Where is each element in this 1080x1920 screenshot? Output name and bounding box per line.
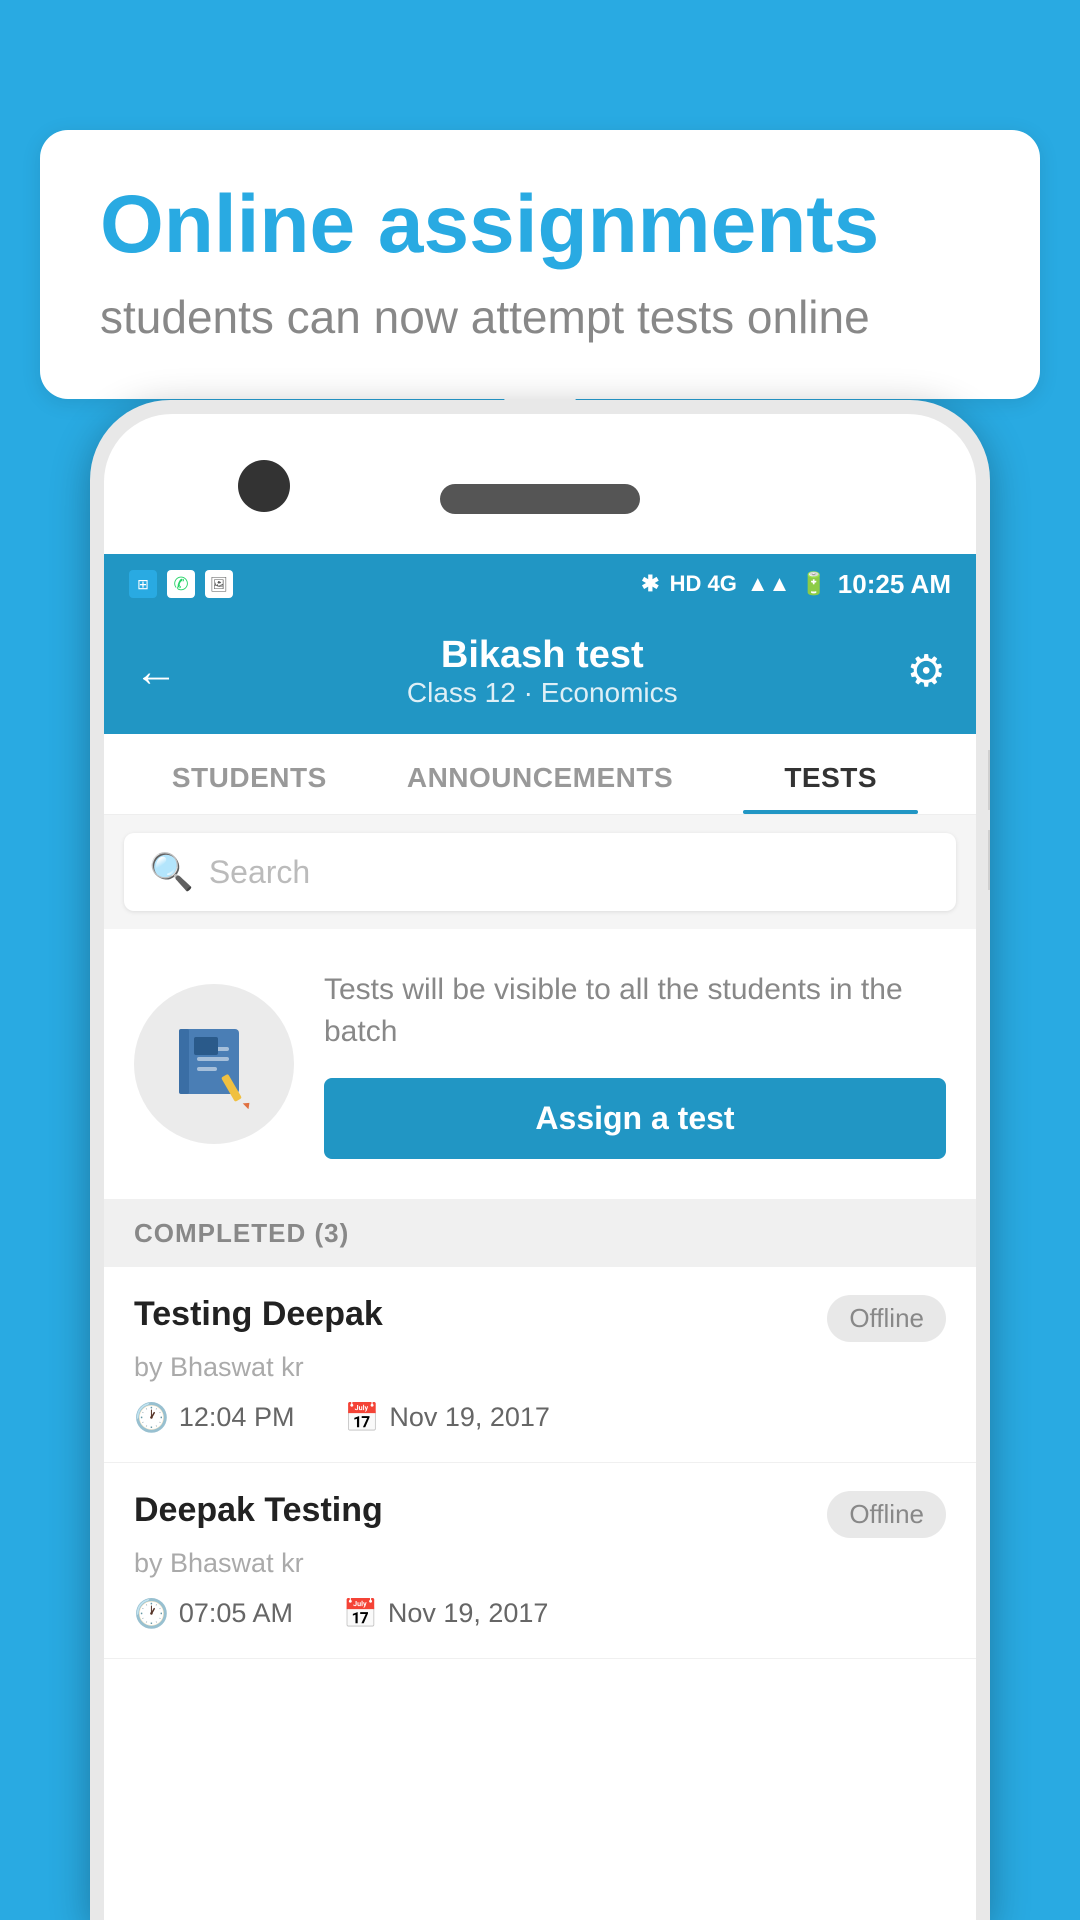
side-buttons <box>988 750 990 910</box>
test-meta-2: 🕐 07:05 AM 📅 Nov 19, 2017 <box>134 1597 946 1630</box>
test-date-2: 📅 Nov 19, 2017 <box>343 1597 549 1630</box>
back-button[interactable]: ← <box>134 647 178 697</box>
status-bar: ⊞ ✆ 🖼 ✱ HD 4G ▲▲ 🔋 10:25 AM <box>104 554 976 614</box>
time-label: 10:25 AM <box>838 569 951 600</box>
header-subtitle: Class 12 · Economics <box>407 677 678 709</box>
calendar-icon-2: 📅 <box>343 1597 378 1630</box>
tab-announcements[interactable]: ANNOUNCEMENTS <box>395 734 686 814</box>
test-time-1: 🕐 12:04 PM <box>134 1401 294 1434</box>
phone-camera <box>238 460 290 512</box>
test-name-1: Testing Deepak <box>134 1295 383 1334</box>
phone-frame: ⊞ ✆ 🖼 ✱ HD 4G ▲▲ 🔋 10:25 AM ← Bikash tes… <box>90 400 990 1920</box>
assign-right: Tests will be visible to all the student… <box>324 969 946 1159</box>
status-left: ⊞ ✆ 🖼 <box>129 570 233 598</box>
assign-section: Tests will be visible to all the student… <box>104 929 976 1200</box>
clock-icon-1: 🕐 <box>134 1401 169 1434</box>
test-date-label-1: Nov 19, 2017 <box>389 1402 550 1433</box>
test-date-label-2: Nov 19, 2017 <box>388 1598 549 1629</box>
app-icon-2: ✆ <box>167 570 195 598</box>
bubble-title: Online assignments <box>100 180 980 270</box>
tab-students[interactable]: STUDENTS <box>104 734 395 814</box>
signal-icon: ▲▲ <box>747 571 791 597</box>
test-name-2: Deepak Testing <box>134 1491 383 1530</box>
test-meta-1: 🕐 12:04 PM 📅 Nov 19, 2017 <box>134 1401 946 1434</box>
test-item-header-1: Testing Deepak Offline <box>134 1295 946 1342</box>
test-item-header-2: Deepak Testing Offline <box>134 1491 946 1538</box>
phone-earpiece <box>440 484 640 514</box>
battery-icon: 🔋 <box>800 571 827 597</box>
test-item: Testing Deepak Offline by Bhaswat kr 🕐 1… <box>104 1267 976 1463</box>
notebook-icon <box>134 984 294 1144</box>
settings-icon[interactable]: ⚙ <box>907 646 946 697</box>
offline-badge-1: Offline <box>827 1295 946 1342</box>
test-date-1: 📅 Nov 19, 2017 <box>344 1401 550 1434</box>
clock-icon-2: 🕐 <box>134 1597 169 1630</box>
test-time-label-1: 12:04 PM <box>179 1402 295 1433</box>
header-center: Bikash test Class 12 · Economics <box>407 634 678 709</box>
assign-description: Tests will be visible to all the student… <box>324 969 946 1053</box>
app-icon-1: ⊞ <box>129 570 157 598</box>
header-title: Bikash test <box>407 634 678 677</box>
offline-badge-2: Offline <box>827 1491 946 1538</box>
completed-header: COMPLETED (3) <box>104 1200 976 1267</box>
test-time-label-2: 07:05 AM <box>179 1598 293 1629</box>
bluetooth-icon: ✱ <box>641 571 659 597</box>
test-author-2: by Bhaswat kr <box>134 1548 946 1579</box>
search-container: 🔍 Search <box>104 815 976 929</box>
test-author-1: by Bhaswat kr <box>134 1352 946 1383</box>
notebook-svg <box>169 1019 259 1109</box>
search-icon: 🔍 <box>149 851 194 893</box>
app-icon-3: 🖼 <box>205 570 233 598</box>
status-right: ✱ HD 4G ▲▲ 🔋 10:25 AM <box>641 569 951 600</box>
speech-bubble: Online assignments students can now atte… <box>40 130 1040 399</box>
phone-inner: ⊞ ✆ 🖼 ✱ HD 4G ▲▲ 🔋 10:25 AM ← Bikash tes… <box>104 414 976 1920</box>
assign-test-button[interactable]: Assign a test <box>324 1078 946 1159</box>
calendar-icon-1: 📅 <box>344 1401 379 1434</box>
test-time-2: 🕐 07:05 AM <box>134 1597 293 1630</box>
tab-tests[interactable]: TESTS <box>685 734 976 814</box>
bubble-subtitle: students can now attempt tests online <box>100 290 980 344</box>
search-box[interactable]: 🔍 Search <box>124 833 956 911</box>
test-item-2: Deepak Testing Offline by Bhaswat kr 🕐 0… <box>104 1463 976 1659</box>
network-label: HD 4G <box>670 571 737 597</box>
search-placeholder: Search <box>209 854 310 891</box>
app-header: ← Bikash test Class 12 · Economics ⚙ <box>104 614 976 734</box>
tabs-container: STUDENTS ANNOUNCEMENTS TESTS <box>104 734 976 815</box>
